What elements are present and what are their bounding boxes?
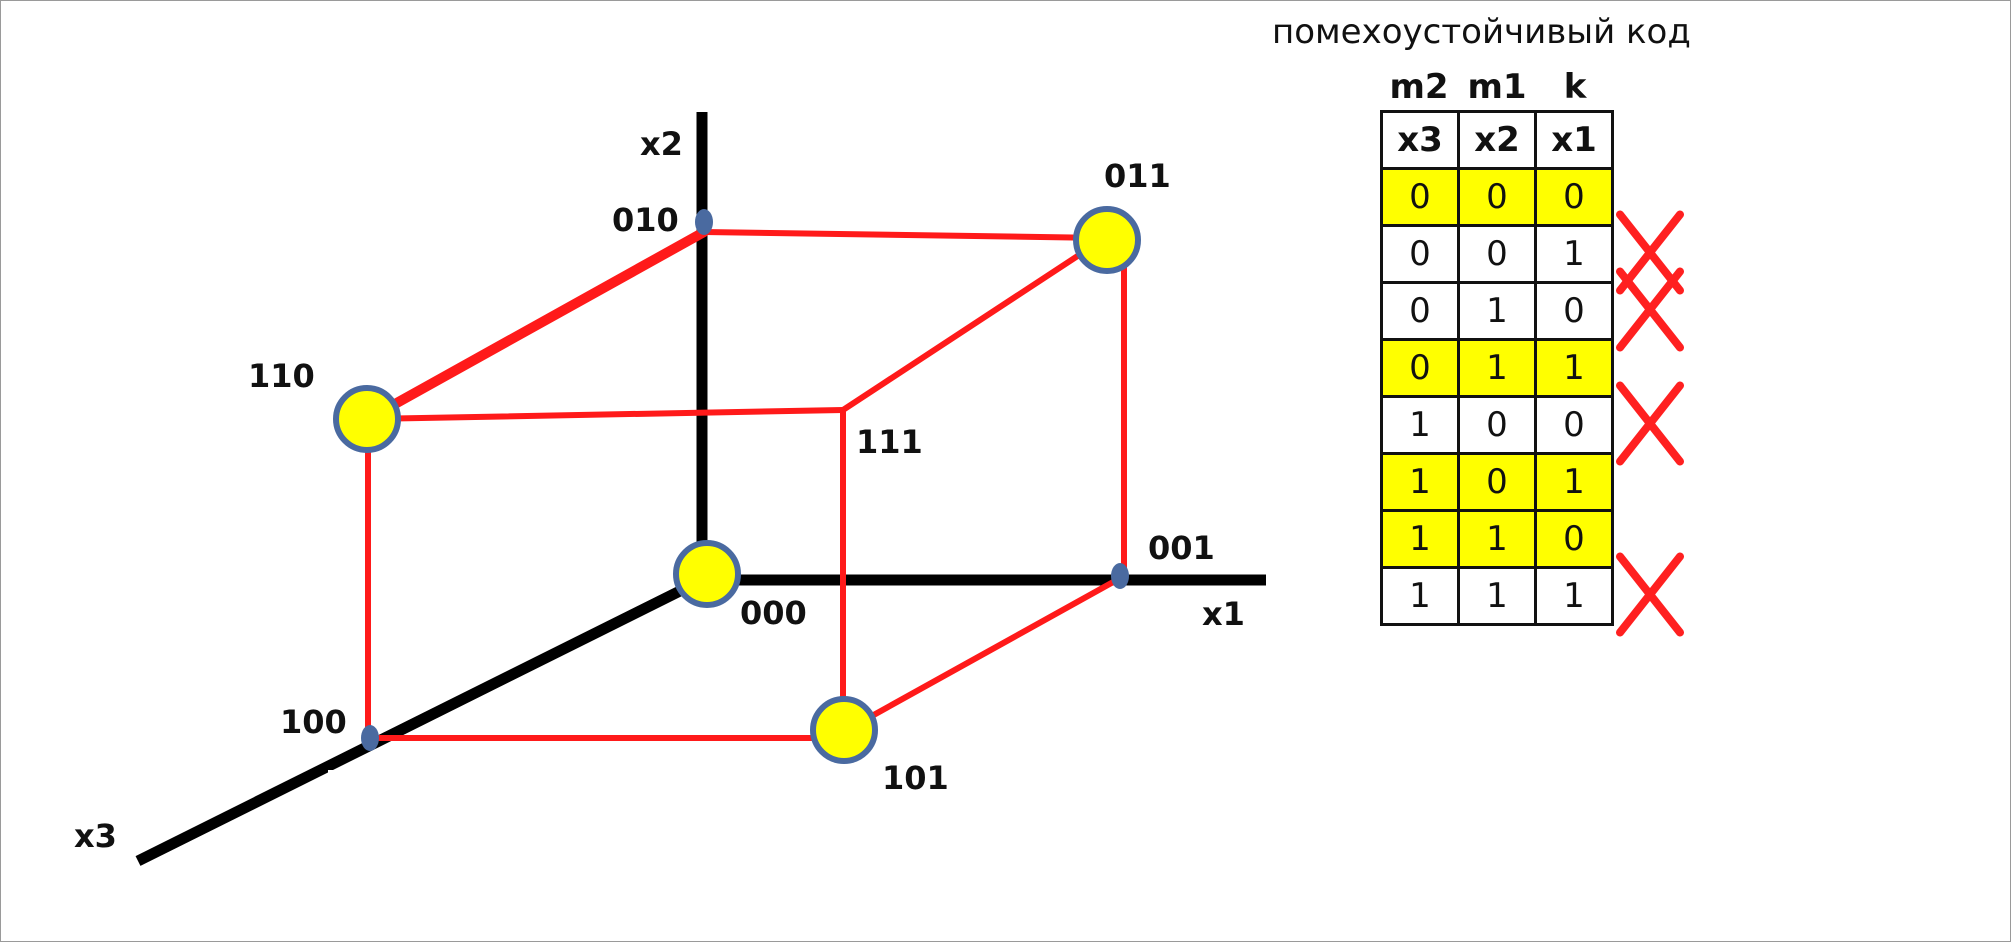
- reject-cross-icon: [1616, 381, 1684, 466]
- reject-cross-icon: [1616, 552, 1684, 637]
- reject-cross-icon: [1616, 267, 1684, 352]
- rejection-marks: [1616, 210, 1684, 637]
